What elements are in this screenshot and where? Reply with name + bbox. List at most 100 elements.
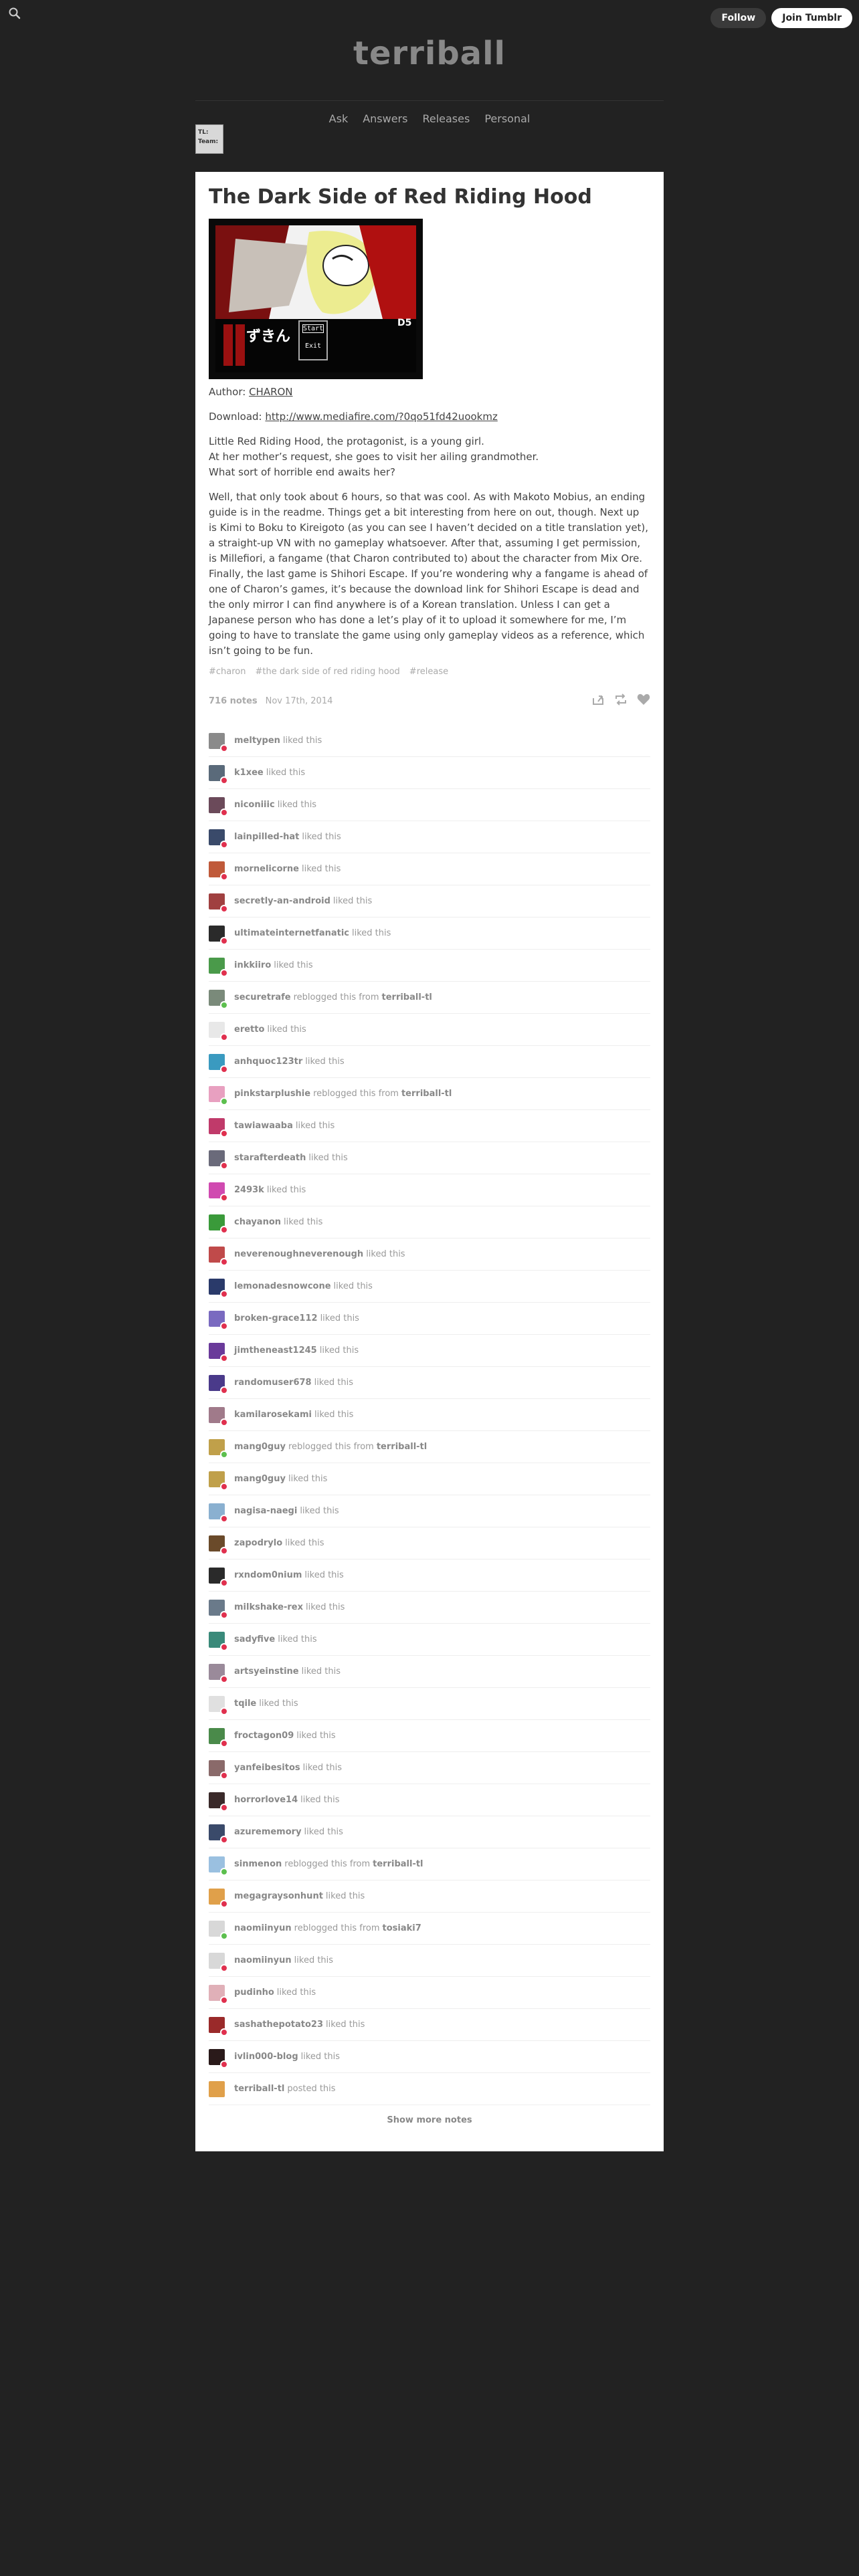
note-username[interactable]: starafterdeath: [234, 1153, 306, 1163]
avatar[interactable]: [209, 1759, 228, 1780]
avatar[interactable]: [209, 957, 228, 977]
note-source-blog[interactable]: terriball-tl: [382, 992, 432, 1002]
nav-releases[interactable]: Releases: [422, 112, 470, 125]
avatar[interactable]: [209, 1599, 228, 1619]
share-icon[interactable]: [591, 693, 605, 708]
note-username[interactable]: froctagon09: [234, 1731, 294, 1741]
note-username[interactable]: lainpilled-hat: [234, 832, 299, 842]
note-username[interactable]: neverenoughneverenough: [234, 1249, 363, 1259]
follow-button[interactable]: Follow: [710, 8, 767, 28]
avatar[interactable]: [209, 1984, 228, 2004]
nav-personal[interactable]: Personal: [484, 112, 530, 125]
avatar[interactable]: [209, 1727, 228, 1747]
note-username[interactable]: niconiiic: [234, 800, 275, 810]
avatar[interactable]: [209, 2080, 225, 2097]
note-username[interactable]: sadyfive: [234, 1634, 275, 1644]
note-username[interactable]: pinkstarplushie: [234, 1089, 310, 1099]
avatar[interactable]: [209, 1792, 228, 1812]
show-more-notes-button[interactable]: Show more notes: [209, 2105, 650, 2136]
note-username[interactable]: sinmenon: [234, 1859, 282, 1869]
avatar[interactable]: [209, 1824, 228, 1844]
avatar[interactable]: [209, 764, 228, 784]
tag-charon[interactable]: #charon: [209, 667, 246, 677]
note-username[interactable]: securetrafe: [234, 992, 291, 1002]
note-username[interactable]: rxndom0nium: [234, 1570, 302, 1580]
note-username[interactable]: jimtheneast1245: [234, 1346, 317, 1356]
note-username[interactable]: anhquoc123tr: [234, 1057, 302, 1067]
avatar[interactable]: [209, 1117, 228, 1138]
avatar[interactable]: [209, 1278, 228, 1298]
note-username[interactable]: azurememory: [234, 1827, 302, 1837]
note-source-blog[interactable]: terriball-tl: [377, 1442, 427, 1452]
avatar[interactable]: [209, 1888, 228, 1908]
note-username[interactable]: milkshake-rex: [234, 1602, 303, 1612]
avatar[interactable]: [209, 732, 228, 752]
note-username[interactable]: kamilarosekami: [234, 1410, 312, 1420]
note-username[interactable]: ivlin000-blog: [234, 2052, 298, 2062]
heart-icon[interactable]: [637, 693, 650, 708]
note-username[interactable]: terriball-tl: [234, 2084, 284, 2094]
avatar[interactable]: [209, 1535, 228, 1555]
download-link[interactable]: http://www.mediafire.com/?0qo51fd42uookm…: [265, 411, 497, 423]
note-source-blog[interactable]: terriball-tl: [373, 1859, 423, 1869]
note-username[interactable]: naomiinyun: [234, 1923, 292, 1933]
avatar[interactable]: [209, 829, 228, 849]
avatar[interactable]: [209, 1663, 228, 1683]
note-username[interactable]: zapodrylo: [234, 1538, 282, 1548]
avatar[interactable]: [209, 1150, 228, 1170]
note-source-blog[interactable]: tosiaki7: [383, 1923, 421, 1933]
avatar[interactable]: [209, 1246, 228, 1266]
nav-answers[interactable]: Answers: [363, 112, 407, 125]
avatar[interactable]: [209, 1021, 228, 1041]
avatar[interactable]: [209, 1182, 228, 1202]
note-username[interactable]: nagisa-naegi: [234, 1506, 297, 1516]
avatar[interactable]: [209, 861, 228, 881]
avatar[interactable]: [209, 925, 228, 945]
note-username[interactable]: meltypen: [234, 736, 280, 746]
note-username[interactable]: mornelicorne: [234, 864, 299, 874]
note-username[interactable]: sashathepotato23: [234, 2020, 323, 2030]
note-username[interactable]: lemonadesnowcone: [234, 1281, 331, 1291]
avatar[interactable]: [209, 1342, 228, 1362]
tag-release[interactable]: #release: [409, 667, 448, 677]
note-username[interactable]: chayanon: [234, 1217, 281, 1227]
author-link[interactable]: CHARON: [249, 386, 292, 398]
avatar[interactable]: [209, 1920, 228, 1940]
avatar[interactable]: [209, 796, 228, 817]
avatar[interactable]: [209, 1438, 228, 1459]
note-username[interactable]: megagraysonhunt: [234, 1891, 323, 1901]
note-username[interactable]: randomuser678: [234, 1378, 312, 1388]
note-username[interactable]: eretto: [234, 1025, 264, 1035]
note-username[interactable]: horrorlove14: [234, 1795, 298, 1805]
note-username[interactable]: mang0guy: [234, 1442, 286, 1452]
search-icon[interactable]: [8, 7, 21, 20]
note-username[interactable]: inkkiiro: [234, 960, 271, 970]
nav-ask[interactable]: Ask: [329, 112, 349, 125]
avatar[interactable]: [209, 893, 228, 913]
avatar[interactable]: [209, 1406, 228, 1426]
note-username[interactable]: naomiinyun: [234, 1955, 292, 1965]
note-username[interactable]: mang0guy: [234, 1474, 286, 1484]
note-username[interactable]: tqile: [234, 1699, 256, 1709]
avatar[interactable]: [209, 1952, 228, 1972]
note-username[interactable]: tawiawaaba: [234, 1121, 293, 1131]
note-username[interactable]: yanfeibesitos: [234, 1763, 300, 1773]
note-username[interactable]: 2493k: [234, 1185, 264, 1195]
avatar[interactable]: [209, 1856, 228, 1876]
avatar[interactable]: [209, 1471, 228, 1491]
note-username[interactable]: artsyeinstine: [234, 1667, 299, 1677]
avatar[interactable]: [209, 2016, 228, 2036]
note-username[interactable]: broken-grace112: [234, 1313, 318, 1323]
note-username[interactable]: k1xee: [234, 768, 264, 778]
note-username[interactable]: pudinho: [234, 1988, 274, 1998]
avatar[interactable]: [209, 1503, 228, 1523]
avatar[interactable]: [209, 989, 228, 1009]
reblog-icon[interactable]: [614, 693, 628, 708]
post-date[interactable]: Nov 17th, 2014: [266, 696, 333, 706]
note-username[interactable]: ultimateinternetfanatic: [234, 928, 349, 938]
avatar[interactable]: [209, 1374, 228, 1394]
note-source-blog[interactable]: terriball-tl: [401, 1089, 452, 1099]
avatar[interactable]: [209, 2048, 228, 2068]
join-tumblr-button[interactable]: Join Tumblr: [771, 8, 852, 28]
avatar[interactable]: [209, 1310, 228, 1330]
